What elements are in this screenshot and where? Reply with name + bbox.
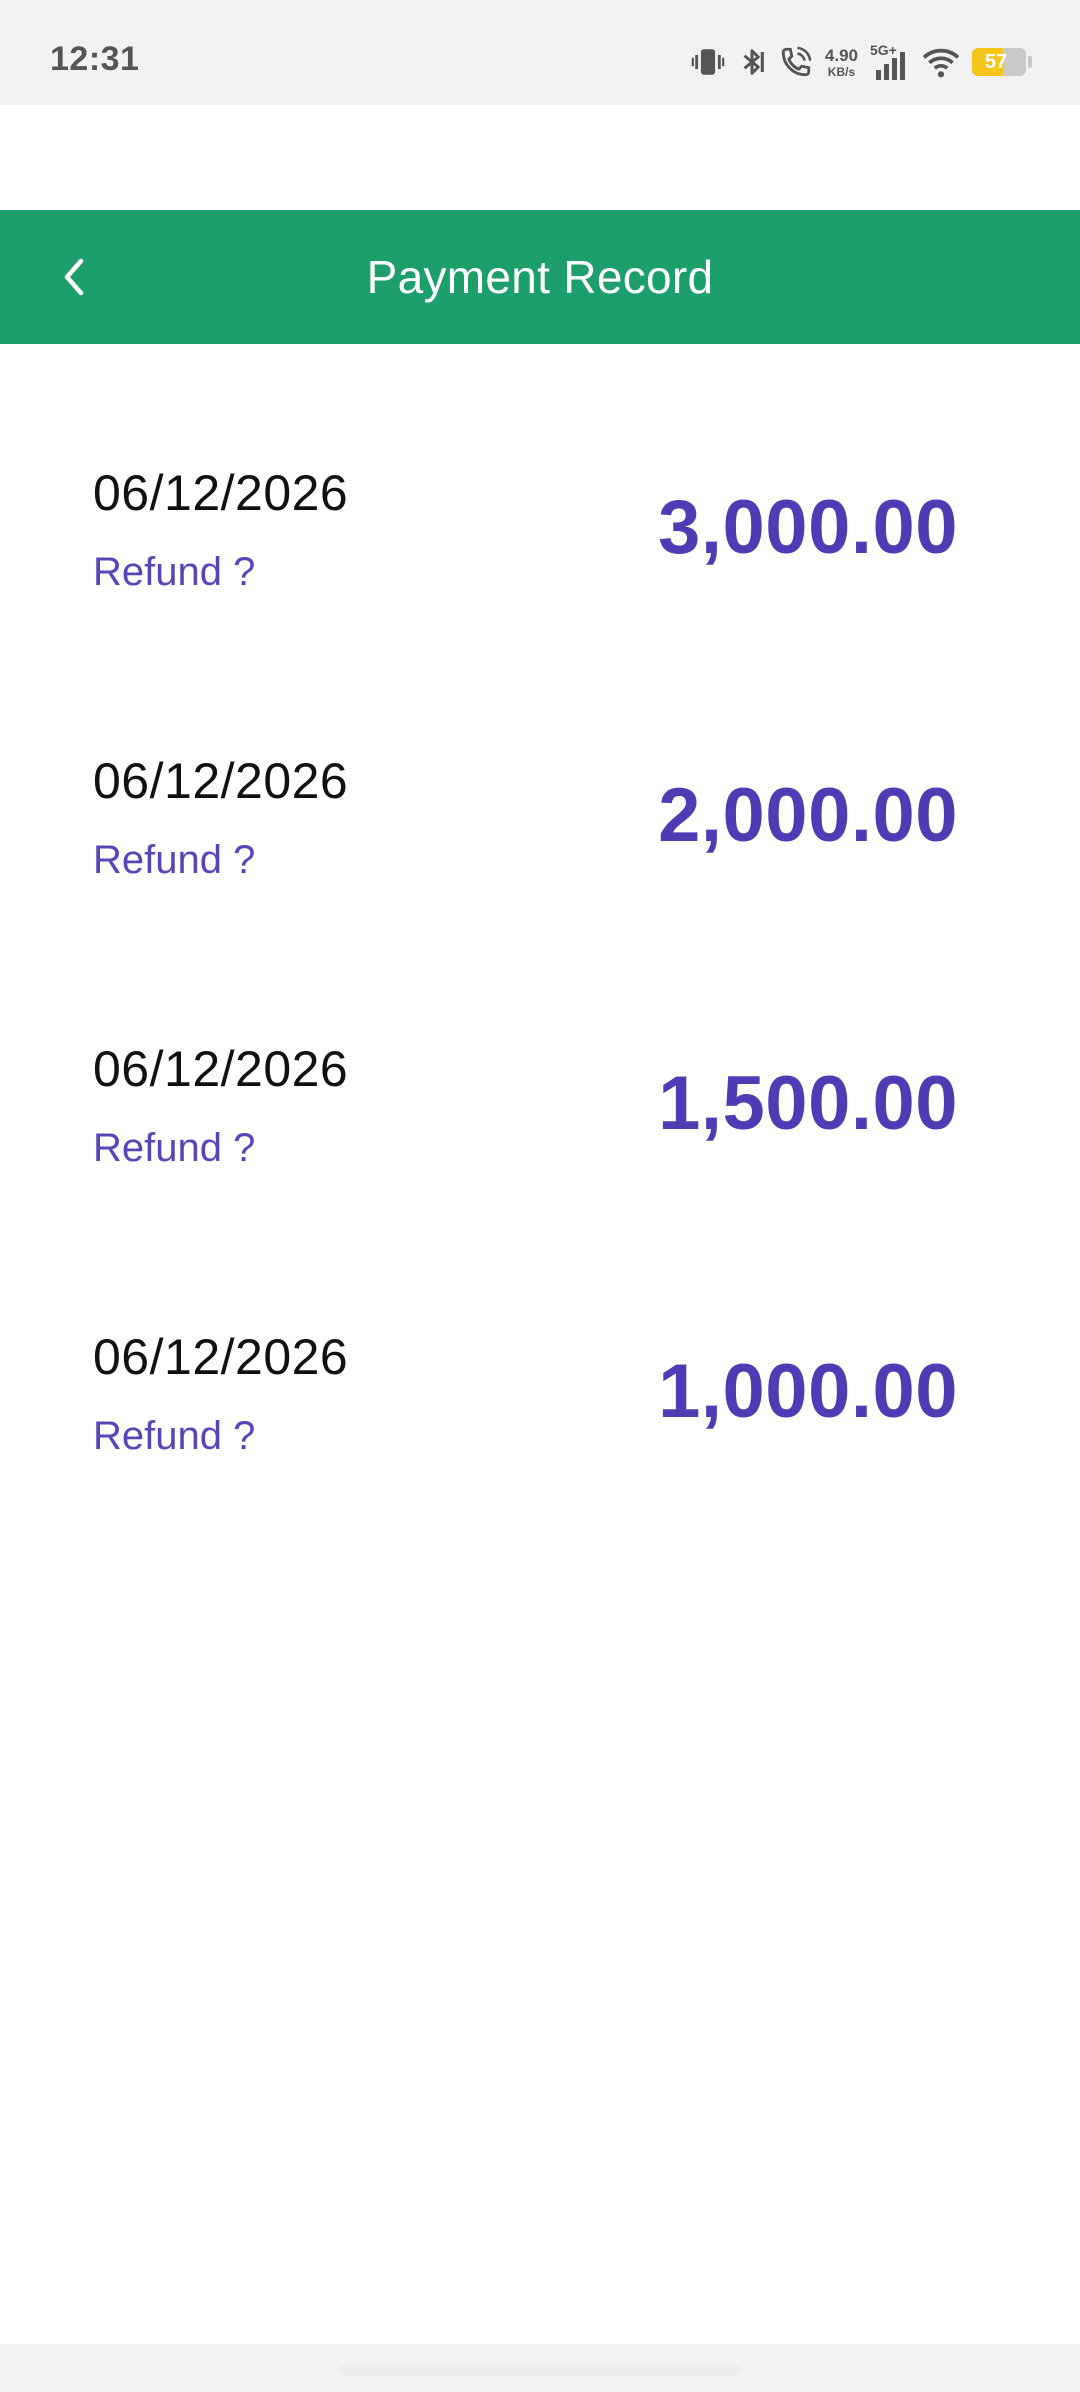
refund-link[interactable]: Refund ? <box>93 838 255 883</box>
record-date: 06/12/2026 <box>93 1329 349 1385</box>
net-speed: 4.90 KB/s <box>825 47 858 78</box>
back-button[interactable] <box>40 242 110 312</box>
wifi-icon <box>922 45 960 79</box>
net-speed-value: 4.90 <box>824 45 858 65</box>
record-amount: 2,000.00 <box>658 773 958 858</box>
app-header: Payment Record <box>0 210 1080 344</box>
battery-tip <box>1028 56 1032 68</box>
list-item: 06/12/2026 Refund ? 3,000.00 <box>0 344 1080 632</box>
chevron-left-icon <box>64 258 84 296</box>
battery-icon: 57 <box>972 48 1026 76</box>
refund-link[interactable]: Refund ? <box>93 1414 255 1459</box>
payment-record-list: 06/12/2026 Refund ? 3,000.00 06/12/2026 … <box>0 344 1080 1496</box>
status-icons: 4.90 KB/s 5G+ 57 <box>691 42 1032 82</box>
cellular-signal-icon: 5G+ <box>870 42 910 82</box>
status-bar: 12:31 4.90 KB/s 5G+ 57 <box>0 0 1080 105</box>
net-speed-unit: KB/s <box>827 64 856 79</box>
record-amount: 3,000.00 <box>658 485 958 570</box>
battery-level: 57 <box>984 50 1008 73</box>
gesture-handle[interactable] <box>340 2364 740 2376</box>
list-item: 06/12/2026 Refund ? 1,500.00 <box>0 920 1080 1208</box>
refund-link[interactable]: Refund ? <box>93 1126 255 1171</box>
list-item: 06/12/2026 Refund ? 1,000.00 <box>0 1208 1080 1496</box>
bluetooth-icon <box>737 45 767 79</box>
record-amount: 1,500.00 <box>658 1061 958 1146</box>
record-date: 06/12/2026 <box>93 1041 349 1097</box>
list-item: 06/12/2026 Refund ? 2,000.00 <box>0 632 1080 920</box>
refund-link[interactable]: Refund ? <box>93 550 255 595</box>
record-date: 06/12/2026 <box>93 465 349 521</box>
record-date: 06/12/2026 <box>93 753 349 809</box>
vibrate-icon <box>691 45 725 79</box>
record-amount: 1,000.00 <box>658 1349 958 1434</box>
status-time: 12:31 <box>50 40 140 78</box>
page-title: Payment Record <box>366 251 714 303</box>
system-nav-bar <box>0 2344 1080 2392</box>
wifi-call-icon <box>779 45 813 79</box>
